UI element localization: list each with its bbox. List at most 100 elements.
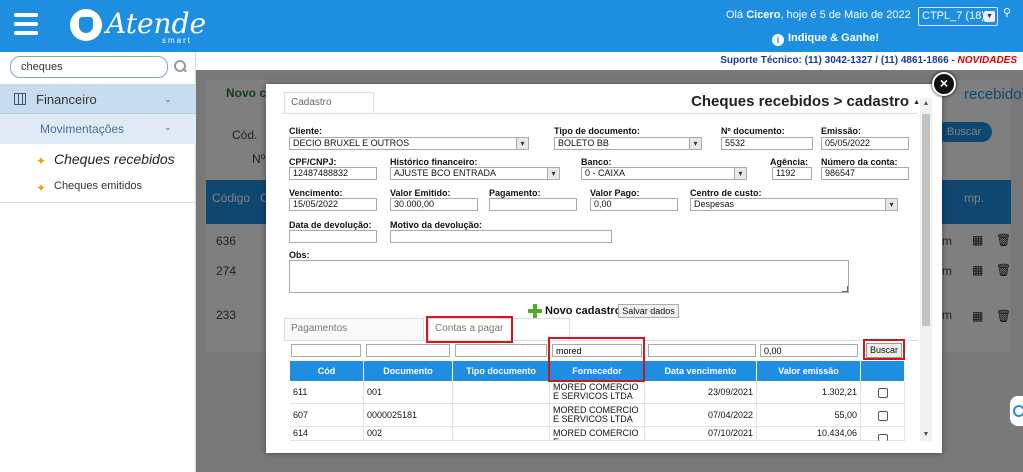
sidebar-item-cheques-emitidos[interactable]: ✦ Cheques emitidos <box>0 175 196 201</box>
grid-header-valor-emissao[interactable]: Valor emissão <box>757 361 861 381</box>
vencimento-field[interactable]: 15/05/2022 <box>289 198 377 211</box>
scroll-up-icon[interactable]: ▲ <box>920 98 932 110</box>
row-checkbox[interactable] <box>878 434 888 441</box>
grid-cell-valor[interactable]: 1.302,21 <box>757 381 861 404</box>
indique-ganhe-link[interactable]: i Indique & Ganhe! <box>772 32 879 46</box>
grid-header-data-vencimento[interactable]: Data vencimento <box>645 361 757 381</box>
grid-cell-data[interactable]: 23/09/2021 <box>645 381 757 404</box>
tipo-documento-select[interactable]: BOLETO BB <box>554 137 702 150</box>
cpf-cnpj-field[interactable]: 12487488832 <box>289 167 377 180</box>
valor-emitido-field[interactable]: 30.000,00 <box>390 198 478 211</box>
sidebar-item-label: Cheques recebidos <box>54 151 175 167</box>
grid-header-documento[interactable]: Documento <box>364 361 453 381</box>
banco-select[interactable]: 0 - CAIXA <box>581 167 747 180</box>
grid-cell-valor[interactable]: 55,00 <box>757 404 861 427</box>
numero-conta-label: Número da conta: <box>821 157 898 167</box>
search-icon[interactable] <box>174 60 186 72</box>
grid-cell-fornecedor[interactable]: MORED COMERCIO E SERVICOS LTDA <box>550 404 645 427</box>
top-bar: Atende smart Olá Cicero, hoje é 5 de Mai… <box>0 0 1023 52</box>
grid-cell-documento[interactable]: 001 <box>364 381 453 404</box>
obs-label: Obs: <box>289 250 310 260</box>
grid-cell-documento[interactable]: 0000025181 <box>364 404 453 427</box>
location-pin-icon[interactable]: ⚲ <box>1003 6 1013 20</box>
highlight-buscar <box>863 339 905 360</box>
modal-title: Cheques recebidos > cadastro ▲ <box>640 93 920 110</box>
numero-conta-field[interactable]: 986547 <box>821 167 909 180</box>
salvar-dados-button[interactable]: Salvar dados <box>618 304 679 318</box>
support-bar: Suporte Técnico: (11) 3042-1327 / (11) 4… <box>196 52 1023 70</box>
tab-pagamentos[interactable]: Pagamentos <box>284 318 424 340</box>
row-checkbox[interactable] <box>878 388 888 398</box>
grid-cell-data[interactable]: 07/04/2022 <box>645 404 757 427</box>
modal-title-text: Cheques recebidos > cadastro <box>691 93 910 110</box>
form-divider <box>282 113 917 114</box>
grid-header-tipo-documento[interactable]: Tipo documento <box>453 361 550 381</box>
logo[interactable]: Atende smart <box>70 8 220 46</box>
centro-custo-select[interactable]: Despesas <box>690 198 898 211</box>
menu-icon[interactable] <box>14 13 38 35</box>
sidebar-search-input[interactable] <box>10 56 168 78</box>
motivo-devolucao-field[interactable] <box>390 230 612 243</box>
agencia-field[interactable]: 1192 <box>772 167 812 180</box>
cliente-select[interactable]: DECIO BRUXEL E OUTROS <box>289 137 529 150</box>
valor-pago-label: Valor Pago: <box>590 188 640 198</box>
collapse-up-icon[interactable]: ▲ <box>913 99 920 106</box>
grid-cell-data[interactable]: 07/10/2021 <box>645 427 757 441</box>
filter-data-input[interactable] <box>648 344 756 357</box>
greeting-date: , hoje é 5 de Maio de 2022 <box>780 9 911 21</box>
app-root: Atende smart Olá Cicero, hoje é 5 de Mai… <box>0 0 1023 472</box>
sidebar-item-label: Movimentações <box>40 122 125 136</box>
grid-cell-valor[interactable]: 10.434,06 <box>757 427 861 441</box>
grid-cell-tipo[interactable] <box>453 427 550 441</box>
motivo-devolucao-label: Motivo da devolução: <box>390 220 483 230</box>
grid-header-cod[interactable]: Cód <box>290 361 364 381</box>
info-icon: i <box>772 34 784 46</box>
calculator-icon <box>14 93 26 105</box>
grid-cell-fornecedor[interactable]: MORED COMERCIO E <box>550 427 645 441</box>
pagamento-field[interactable] <box>489 198 577 211</box>
tab-cadastro[interactable]: Cadastro <box>284 92 374 114</box>
chevron-down-icon: ⌄ <box>164 122 172 132</box>
filter-documento-input[interactable] <box>366 344 450 357</box>
grid-cell-documento[interactable]: 002 <box>364 427 453 441</box>
novo-cadastro-button[interactable]: Novo cadastro <box>545 305 621 317</box>
grid-cell-tipo[interactable] <box>453 381 550 404</box>
n-documento-field[interactable]: 5532 <box>721 137 813 150</box>
close-icon[interactable]: × <box>932 72 956 96</box>
centro-custo-label: Centro de custo: <box>690 188 762 198</box>
obs-textarea[interactable] <box>289 260 849 293</box>
company-select[interactable]: CTPL_7 (18) ▼ <box>918 7 998 26</box>
sidebar-item-financeiro[interactable]: Financeiro ⌄ <box>0 84 196 114</box>
emissao-field[interactable]: 05/05/2022 <box>821 137 909 150</box>
data-devolucao-field[interactable] <box>289 230 377 243</box>
chevron-down-icon: ⌄ <box>164 94 172 104</box>
n-documento-label: Nº documento: <box>721 126 785 136</box>
banco-label: Banco: <box>581 157 612 167</box>
grid-cell-cod[interactable]: 614 <box>290 427 364 441</box>
resize-handle-icon[interactable] <box>842 286 848 292</box>
indique-label: Indique & Ganhe! <box>788 32 880 44</box>
emissao-label: Emissão: <box>821 126 862 136</box>
sidebar-item-cheques-recebidos[interactable]: ✦ Cheques recebidos <box>0 148 196 174</box>
valor-pago-field[interactable]: 0,00 <box>590 198 678 211</box>
historico-label: Histórico financeiro: <box>390 157 478 167</box>
grid-cell-cod[interactable]: 607 <box>290 404 364 427</box>
user-greeting[interactable]: Olá Cicero, hoje é 5 de Maio de 2022▼ <box>726 9 925 21</box>
scroll-down-icon[interactable]: ▼ <box>920 429 932 441</box>
novidades-link[interactable]: NOVIDADES <box>958 55 1017 66</box>
row-checkbox[interactable] <box>878 411 888 421</box>
sidebar-divider <box>0 202 196 203</box>
filter-tipo-input[interactable] <box>455 344 547 357</box>
modal-scrollbar-thumb[interactable] <box>922 114 930 326</box>
grid-cell-cod[interactable]: 611 <box>290 381 364 404</box>
grid-cell-fornecedor[interactable]: MORED COMERCIO E SERVICOS LTDA <box>550 381 645 404</box>
filter-cod-input[interactable] <box>291 344 361 357</box>
historico-select[interactable]: AJUSTE BCO ENTRADA <box>390 167 560 180</box>
chevron-down-icon: ▼ <box>984 11 995 22</box>
sidebar-item-movimentacoes[interactable]: Movimentações ⌄ <box>0 114 196 144</box>
grid-cell-tipo[interactable] <box>453 404 550 427</box>
valor-emitido-label: Valor Emitido: <box>390 188 451 198</box>
plus-icon[interactable] <box>528 304 542 318</box>
chat-widget-icon[interactable] <box>1010 396 1023 426</box>
filter-valor-input[interactable] <box>760 344 858 357</box>
